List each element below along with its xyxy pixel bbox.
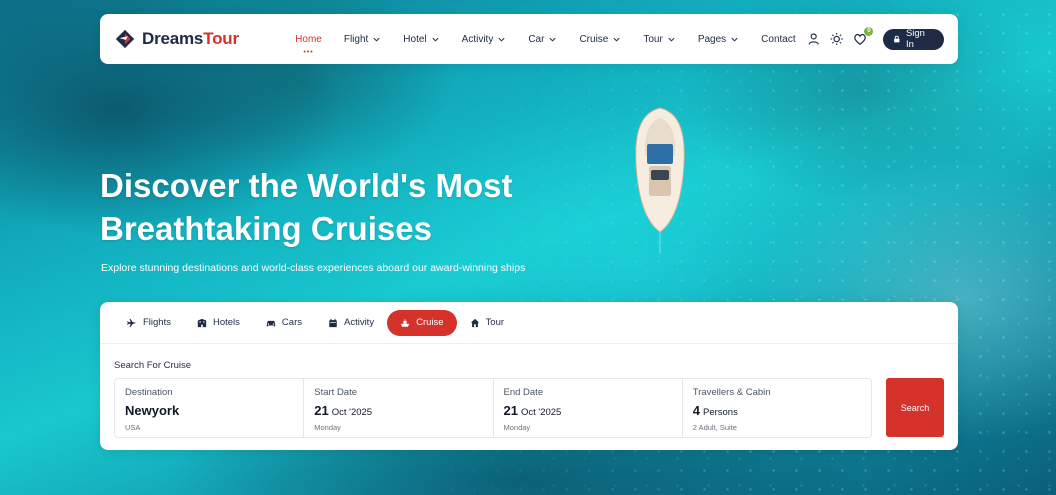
end-date-weekday: Monday xyxy=(503,423,531,432)
building-icon xyxy=(197,318,207,327)
tab-activity[interactable]: Activity xyxy=(315,310,387,336)
destination-country: USA xyxy=(125,423,141,432)
sun-icon[interactable] xyxy=(830,32,843,46)
nav-hotel[interactable]: Hotel xyxy=(392,14,450,64)
travellers-field[interactable]: Travellers & Cabin 4 Persons 2 Adult, Su… xyxy=(683,379,871,437)
tab-cars[interactable]: Cars xyxy=(253,310,315,336)
top-navbar: DreamsTour Home Flight Hotel Activity Ca… xyxy=(100,14,958,64)
nav-pages[interactable]: Pages xyxy=(687,14,750,64)
search-button[interactable]: Search xyxy=(886,378,944,437)
destination-field[interactable]: Destination Newyork USA xyxy=(115,379,305,437)
nav-flight[interactable]: Flight xyxy=(333,14,392,64)
nav-contact[interactable]: Contact xyxy=(750,14,806,64)
start-date-label: Start Date xyxy=(314,387,358,398)
main-nav: Home Flight Hotel Activity Car Cruise To… xyxy=(284,14,806,64)
destination-value: Newyork xyxy=(125,403,180,418)
ship-icon xyxy=(400,318,410,327)
end-date-field[interactable]: End Date 21 Oct '2025 Monday xyxy=(494,379,683,437)
lock-icon xyxy=(894,35,900,43)
start-date-weekday: Monday xyxy=(314,423,341,432)
nav-cruise[interactable]: Cruise xyxy=(568,14,632,64)
end-date-label: End Date xyxy=(503,387,544,398)
brand-logo[interactable]: DreamsTour xyxy=(114,28,278,50)
tab-cruise[interactable]: Cruise xyxy=(387,309,457,336)
hero-title: Discover the World's Most Breathtaking C… xyxy=(100,167,513,247)
nav-car[interactable]: Car xyxy=(517,14,568,64)
plane-icon xyxy=(127,318,137,327)
end-date-day: 21 xyxy=(503,403,518,418)
chevron-down-icon xyxy=(549,37,557,42)
hero-subtitle: Explore stunning destinations and world-… xyxy=(101,262,526,274)
header-actions: 0 Sign In xyxy=(807,27,944,50)
travellers-count: 4 xyxy=(692,403,700,418)
brand-name: DreamsTour xyxy=(142,29,239,48)
logo-icon xyxy=(115,29,135,49)
search-fields: Destination Newyork USA Start Date 21 Oc… xyxy=(114,378,872,438)
nav-tour[interactable]: Tour xyxy=(632,14,686,64)
yacht-image xyxy=(635,107,685,254)
nav-activity[interactable]: Activity xyxy=(451,14,518,64)
start-date-day: 21 xyxy=(314,403,329,418)
start-date-field[interactable]: Start Date 21 Oct '2025 Monday xyxy=(304,379,494,437)
travellers-unit: Persons xyxy=(702,407,738,418)
tab-hotels[interactable]: Hotels xyxy=(184,310,253,336)
chevron-down-icon xyxy=(432,37,439,42)
car-icon xyxy=(266,320,276,326)
travellers-label: Travellers & Cabin xyxy=(692,387,771,398)
wishlist-button[interactable]: 0 xyxy=(853,27,874,46)
home-icon xyxy=(470,318,479,327)
search-tabs: Flights Hotels Cars Activity Cruise Tour xyxy=(100,302,958,344)
tab-flights[interactable]: Flights xyxy=(114,310,184,336)
chevron-down-icon xyxy=(668,37,675,42)
chevron-down-icon xyxy=(731,37,738,42)
wishlist-count-badge: 0 xyxy=(864,27,874,36)
chevron-down-icon xyxy=(373,37,380,42)
tab-tour[interactable]: Tour xyxy=(457,310,517,336)
nav-home[interactable]: Home xyxy=(284,14,333,64)
chevron-down-icon xyxy=(613,37,620,42)
sign-in-button[interactable]: Sign In xyxy=(883,28,944,50)
calendar-icon xyxy=(329,318,337,327)
destination-label: Destination xyxy=(125,387,173,398)
chevron-down-icon xyxy=(498,37,505,42)
search-heading: Search For Cruise xyxy=(114,360,192,371)
start-date-month: Oct '2025 xyxy=(331,407,373,418)
user-icon[interactable] xyxy=(807,32,820,46)
search-card: Flights Hotels Cars Activity Cruise Tour… xyxy=(100,302,958,450)
end-date-month: Oct '2025 xyxy=(520,407,562,418)
travellers-detail: 2 Adult, Suite xyxy=(692,423,737,432)
